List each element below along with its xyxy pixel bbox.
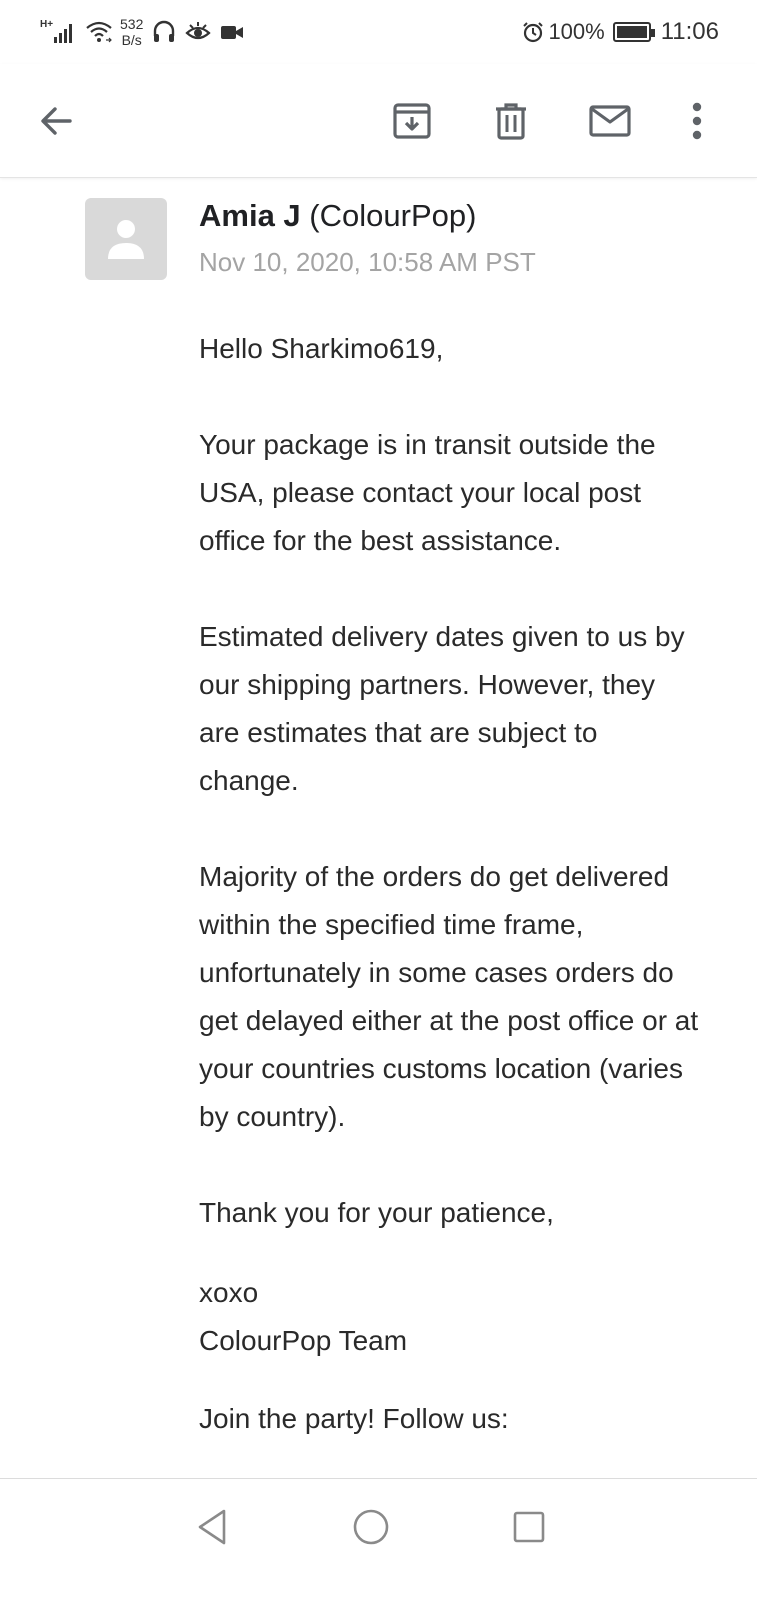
more-vert-icon <box>692 102 702 140</box>
email-follow-text: Join the party! Follow us: <box>199 1403 509 1434</box>
nav-back-button[interactable] <box>188 1503 236 1551</box>
video-camera-icon <box>221 26 244 39</box>
back-button[interactable] <box>29 94 83 148</box>
nav-home-circle-icon <box>353 1509 389 1545</box>
email-signature: ColourPop Team <box>199 1325 408 1356</box>
battery-icon <box>612 22 655 42</box>
email-date: Nov 10, 2020, 10:58 AM PST <box>199 247 536 277</box>
archive-icon <box>393 103 431 139</box>
system-nav-bar <box>0 1478 757 1600</box>
trash-icon <box>496 103 526 140</box>
email-paragraph: Majority of the orders do get delivered … <box>199 861 699 1132</box>
email-signoff: xoxo <box>199 1277 259 1308</box>
alarm-icon <box>523 22 544 43</box>
battery-percent: 100% <box>548 19 605 44</box>
archive-button[interactable] <box>385 94 439 148</box>
person-icon <box>108 220 144 259</box>
sender-name: Amia J <box>199 198 301 233</box>
cell-signal-icon: H+ <box>40 17 76 47</box>
sender-org: (ColourPop) <box>309 198 477 233</box>
headset-icon <box>154 20 175 42</box>
eye-icon <box>185 22 211 40</box>
delete-button[interactable] <box>484 94 538 148</box>
email-paragraph: Estimated delivery dates given to us by … <box>199 621 685 796</box>
net-speed-unit: B/s <box>121 32 142 48</box>
mail-icon <box>589 105 631 137</box>
network-type: H+ <box>40 19 54 30</box>
wifi-icon <box>86 21 112 43</box>
more-options-button[interactable] <box>670 94 724 148</box>
email-paragraph: Your package is in transit outside the U… <box>199 429 656 556</box>
status-bar-left: H+ 532 B/s <box>40 12 245 52</box>
net-speed-value: 532 <box>120 16 144 32</box>
email-toolbar <box>0 64 757 178</box>
email-closing: Thank you for your patience, <box>199 1197 554 1228</box>
nav-recents-button[interactable] <box>505 1503 553 1551</box>
email-body: Hello Sharkimo619, Your package is in tr… <box>199 325 699 1491</box>
email-greeting: Hello Sharkimo619, <box>199 333 444 364</box>
mark-unread-button[interactable] <box>583 94 637 148</box>
nav-back-triangle-icon <box>198 1509 226 1545</box>
status-bar-right: 100% 11:06 <box>522 12 719 52</box>
back-arrow-icon <box>41 107 72 135</box>
nav-home-button[interactable] <box>347 1503 395 1551</box>
status-bar: H+ 532 B/s 100% 11:06 <box>0 0 757 64</box>
sender-avatar[interactable] <box>85 198 167 280</box>
clock: 11:06 <box>660 18 719 45</box>
nav-recents-square-icon <box>513 1511 545 1543</box>
sender[interactable]: Amia J (ColourPop) <box>199 198 476 234</box>
net-speed: 532 B/s <box>120 16 143 48</box>
